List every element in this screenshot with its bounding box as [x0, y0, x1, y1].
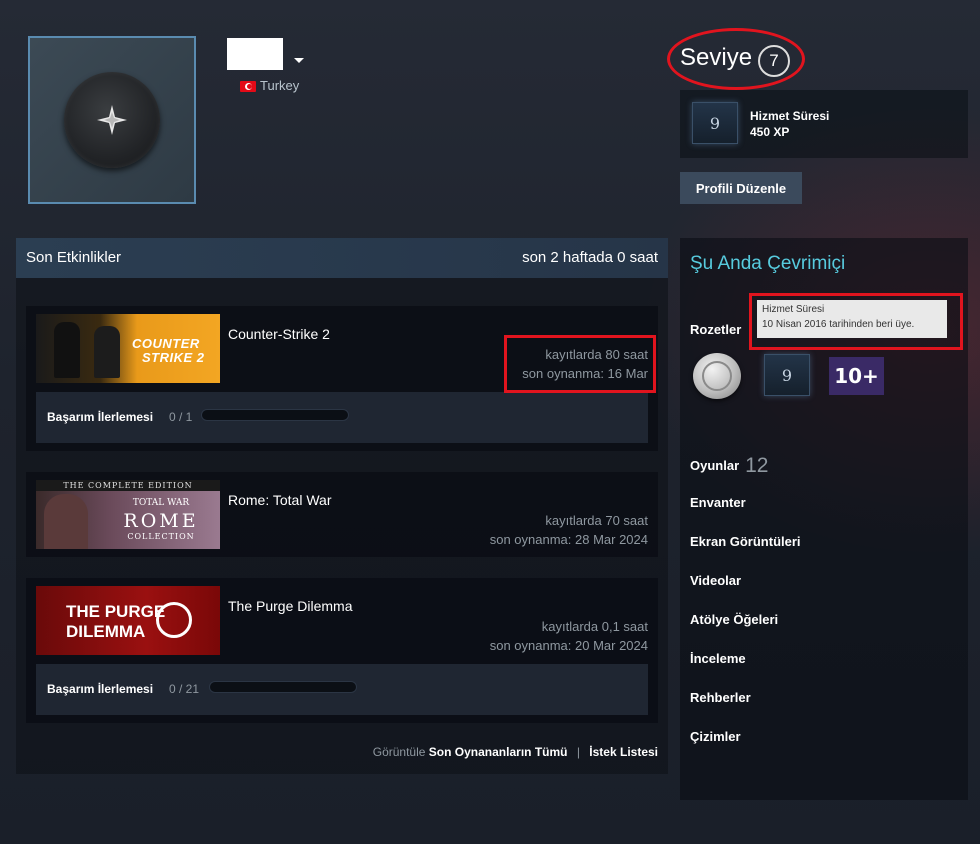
capsule-text: COUNTER [132, 336, 200, 351]
capsule-text: THE COMPLETE EDITION [36, 480, 220, 491]
games-label: Oyunlar [690, 458, 740, 473]
sidebar-link-workshop[interactable]: Atölye Öğeleri [690, 612, 778, 627]
sidebar-link-inventory[interactable]: Envanter [690, 495, 746, 510]
activity-footer: Görüntüle Son Oynananların Tümü | İstek … [300, 745, 658, 759]
sidebar-link-guides[interactable]: Rehberler [690, 690, 751, 705]
footer-separator: | [576, 745, 580, 759]
hours-annotation-box [504, 335, 656, 393]
game-capsule-purge-dilemma[interactable]: THE PURGE DILEMMA [36, 586, 220, 655]
all-recent-link[interactable]: Son Oynananların Tümü [429, 745, 568, 759]
wishlist-link[interactable]: İstek Listesi [589, 745, 658, 759]
game-hours: kayıtlarda 0,1 saat [541, 619, 648, 634]
capsule-text: THE PURGE [66, 602, 166, 621]
capsule-text: COLLECTION [127, 532, 195, 541]
turkey-flag-icon [240, 81, 256, 92]
games-count: 12 [745, 454, 769, 477]
years-of-service-badge-icon[interactable]: 9 [692, 102, 738, 144]
sidebar-link-videos[interactable]: Videolar [690, 573, 741, 588]
capsule-text: ROME [123, 510, 199, 532]
game-last-played: son oynanma: 28 Mar 2024 [489, 532, 648, 547]
achievement-progress-bar [201, 409, 349, 421]
sidebar-link-screenshots[interactable]: Ekran Görüntüleri [690, 534, 801, 549]
capsule-text: STRIKE 2 [142, 350, 205, 365]
coin-badge-icon[interactable] [693, 353, 741, 399]
featured-badge-xp: 450 XP [750, 125, 790, 139]
edit-profile-button[interactable]: Profili Düzenle [680, 172, 802, 204]
years-of-service-badge-icon[interactable]: 9 [764, 354, 810, 396]
avatar[interactable] [28, 36, 196, 204]
games-link[interactable]: Oyunlar 12 [690, 454, 768, 478]
online-status: Şu Anda Çevrimiçi [690, 253, 846, 274]
ten-plus-badge-icon[interactable]: 10+ [829, 357, 884, 395]
avatar-emblem [64, 72, 160, 168]
sidebar-link-reviews[interactable]: İnceleme [690, 651, 746, 666]
level-annotation-circle [667, 28, 805, 90]
achievement-progress-bar [209, 681, 357, 693]
profile-name-redacted [227, 38, 283, 70]
hammer-icon [156, 602, 192, 638]
warrior-silhouette [44, 494, 88, 549]
soldier-silhouette [54, 322, 80, 378]
badges-link[interactable]: Rozetler [690, 322, 741, 337]
game-hours: kayıtlarda 70 saat [545, 513, 648, 528]
achievement-label: Başarım İlerlemesi [47, 682, 154, 696]
view-label: Görüntüle [372, 745, 426, 759]
capsule-text: TOTAL WAR [132, 498, 190, 508]
game-capsule-rome[interactable]: THE COMPLETE EDITION TOTAL WAR ROME COLL… [36, 480, 220, 549]
featured-badge-title: Hizmet Süresi [750, 109, 830, 123]
name-dropdown-icon[interactable] [294, 58, 304, 63]
sidebar-link-artwork[interactable]: Çizimler [690, 729, 741, 744]
soldier-silhouette [94, 326, 120, 378]
country-label: Turkey [260, 78, 300, 93]
achievement-count: 0 / 21 [169, 682, 200, 696]
game-name[interactable]: The Purge Dilemma [228, 598, 353, 614]
tooltip-annotation-box [749, 293, 963, 350]
capsule-text: DILEMMA [66, 622, 146, 641]
achievement-label: Başarım İlerlemesi [47, 410, 154, 424]
game-last-played: son oynanma: 20 Mar 2024 [489, 638, 648, 653]
game-capsule-cs2[interactable]: COUNTER STRIKE 2 [36, 314, 220, 383]
recent-activity-title: Son Etkinlikler [26, 249, 122, 266]
game-name[interactable]: Counter-Strike 2 [228, 326, 330, 342]
achievement-count: 0 / 1 [169, 410, 193, 424]
star-icon [97, 105, 127, 135]
game-name[interactable]: Rome: Total War [228, 492, 331, 508]
recent-activity-hours: son 2 haftada 0 saat [522, 249, 658, 266]
